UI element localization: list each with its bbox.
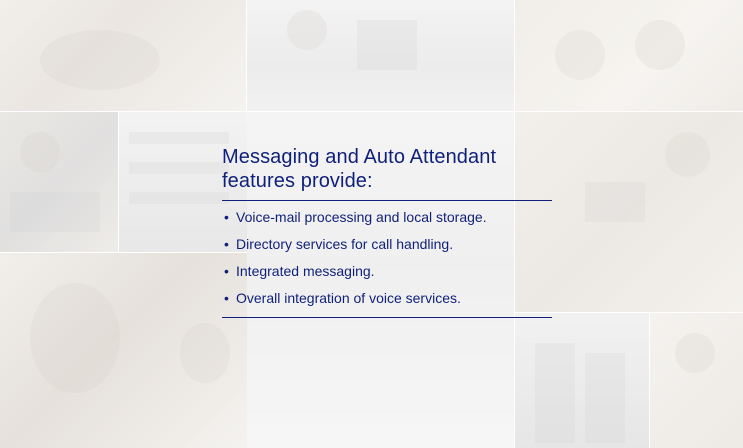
bullet-icon: • (224, 209, 229, 225)
slide-title-line-1: Messaging and Auto Attendant (222, 146, 497, 168)
slide: Messaging and Auto Attendant features pr… (0, 0, 743, 448)
slide-title-line-2: features provide: (222, 170, 373, 192)
bullet-text: Directory services for call handling. (236, 236, 454, 252)
bullet-item: • Integrated messaging. (222, 263, 552, 279)
bullet-text: Voice-mail processing and local storage. (236, 209, 487, 225)
bullet-list: • Voice-mail processing and local storag… (222, 209, 552, 306)
bullet-icon: • (224, 290, 229, 306)
bullet-icon: • (224, 236, 229, 252)
bottom-divider (222, 317, 552, 318)
bullet-text: Integrated messaging. (236, 263, 375, 279)
bullet-item: • Voice-mail processing and local storag… (222, 209, 552, 225)
slide-content: Messaging and Auto Attendant features pr… (222, 145, 552, 318)
bullet-icon: • (224, 263, 229, 279)
slide-title: Messaging and Auto Attendant features pr… (222, 145, 552, 193)
title-divider (222, 200, 552, 201)
bullet-item: • Overall integration of voice services. (222, 290, 552, 306)
bullet-item: • Directory services for call handling. (222, 236, 552, 252)
bullet-text: Overall integration of voice services. (236, 290, 461, 306)
